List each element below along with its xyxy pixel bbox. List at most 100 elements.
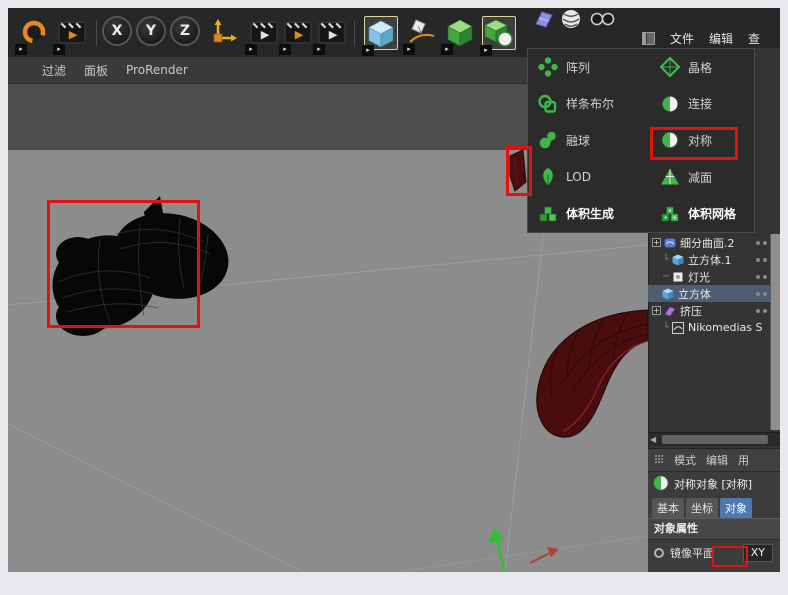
spline-boolean-icon (537, 93, 559, 115)
attr-menu-user[interactable]: 用 (738, 452, 749, 468)
window-layout-icon[interactable] (642, 32, 655, 45)
extrude-icon (664, 305, 676, 317)
undo-arc-icon[interactable]: ▸ (15, 16, 50, 55)
generators-dropdown-menu: 阵列 样条布尔 融球 LOD 体积生成 晶格 连接 对称 减面 体积网格 (527, 48, 755, 233)
panel-menu[interactable]: 面板 (84, 62, 108, 79)
flyout-arrow-icon: ▸ (245, 44, 257, 55)
flyout-arrow-icon: ▸ (441, 44, 453, 55)
object-row[interactable]: ─ 灯光 (648, 268, 780, 285)
tab-object[interactable]: 对象 (720, 498, 752, 518)
menu-item-metaball[interactable]: 融球 (528, 122, 650, 159)
object-manager-horizontal-scrollbar[interactable]: ◀ (648, 432, 780, 446)
object-label: 立方体.1 (688, 253, 732, 267)
menu-item-volume-builder[interactable]: 体积生成 (528, 195, 650, 232)
attr-menu-mode[interactable]: 模式 (674, 452, 696, 468)
flyout-arrow-icon: ▸ (279, 44, 291, 55)
lattice-icon (659, 56, 681, 78)
clapper-icon[interactable]: ▸ (53, 16, 88, 55)
menu-item-polygon-reduction[interactable]: 减面 (650, 159, 752, 196)
menu-item-lod[interactable]: LOD (528, 159, 650, 196)
menubar-right: 文件 编辑 查 (642, 30, 760, 47)
expand-icon[interactable]: + (652, 306, 661, 315)
tab-basic[interactable]: 基本 (652, 498, 684, 518)
tree-branch-icon: └ (663, 322, 669, 333)
subdivision-surface-icon (664, 237, 676, 249)
cube-icon (672, 254, 684, 266)
flyout-arrow-icon: ▸ (313, 44, 325, 55)
object-manager-vertical-scrollbar[interactable] (770, 234, 780, 430)
cinema4d-window: ▸ ▸ X Y Z ▸ ▸ ▸ ▸ ▸ ▸ ▸ 文件 编辑 查 过滤 面板 Pr… (8, 8, 780, 572)
scroll-left-arrow-icon[interactable]: ◀ (650, 434, 656, 445)
x-axis-lock-button[interactable]: X (102, 16, 132, 46)
axis-arrow-green[interactable] (488, 527, 506, 572)
wireframe-mesh-object[interactable] (40, 196, 236, 342)
object-row[interactable]: └ 立方体.1 (648, 251, 780, 268)
symmetry-icon (659, 129, 681, 151)
connect-icon (659, 93, 681, 115)
menu-view[interactable]: 查 (748, 30, 760, 47)
red-tube-object[interactable] (536, 309, 648, 438)
object-state-dots[interactable] (756, 291, 767, 296)
x-axis-label: X (111, 23, 123, 39)
spline-icon (672, 321, 684, 334)
red-object-fragment[interactable] (509, 149, 527, 192)
menu-item-spline-boolean[interactable]: 样条布尔 (528, 86, 650, 123)
object-state-dots[interactable] (756, 257, 767, 262)
attr-menu-edit[interactable]: 编辑 (706, 452, 728, 468)
menu-item-lattice[interactable]: 晶格 (650, 49, 752, 86)
spline-pen-button[interactable]: ▸ (403, 16, 438, 55)
cube-primitive-button[interactable]: ▸ (362, 16, 398, 56)
attribute-manager: 模式 编辑 用 对称对象 [对称] 基本 坐标 对象 对象属性 镜像平面 XY (648, 448, 780, 572)
object-title-label: 对称对象 [对称] (674, 478, 753, 491)
tree-branch-icon: └ (663, 254, 669, 265)
coordinate-system-icon[interactable] (208, 16, 240, 48)
z-axis-lock-button[interactable]: Z (170, 16, 200, 46)
prorender-menu[interactable]: ProRender (126, 63, 188, 77)
object-state-dots[interactable] (756, 240, 767, 245)
generators-menu-right-column: 晶格 连接 对称 减面 体积网格 (650, 49, 752, 232)
render-view-icon[interactable] (588, 8, 616, 30)
clapper-icon[interactable]: ▸ (245, 16, 280, 55)
mirror-plane-value[interactable]: XY (742, 544, 773, 562)
menu-item-label: 连接 (688, 97, 713, 112)
object-state-dots[interactable] (756, 274, 767, 279)
tree-branch-icon: ─ (663, 271, 669, 282)
attribute-tabs: 基本 坐标 对象 (648, 496, 780, 518)
menu-edit[interactable]: 编辑 (709, 30, 733, 47)
generator-menu-button[interactable]: ▸ (480, 16, 516, 56)
symmetry-icon (653, 475, 669, 494)
toolbar-separator (354, 20, 355, 46)
filter-menu[interactable]: 过滤 (42, 62, 66, 79)
expand-icon[interactable]: + (652, 238, 661, 247)
menu-item-symmetry[interactable]: 对称 (650, 122, 752, 159)
menu-item-array[interactable]: 阵列 (528, 49, 650, 86)
scrollbar-thumb[interactable] (662, 435, 768, 444)
flyout-arrow-icon: ▸ (480, 45, 492, 56)
clapper-icon[interactable]: ▸ (279, 16, 314, 55)
object-row[interactable]: + 挤压 (648, 302, 780, 319)
generator-cube-button[interactable]: ▸ (441, 16, 476, 55)
object-state-dots[interactable] (756, 308, 767, 313)
object-properties-header: 对象属性 (648, 518, 780, 540)
menu-item-volume-mesher[interactable]: 体积网格 (650, 195, 752, 232)
object-row[interactable]: └ Nikomedias S (648, 319, 780, 336)
menu-file[interactable]: 文件 (670, 30, 694, 47)
tab-coordinates[interactable]: 坐标 (686, 498, 718, 518)
light-icon (672, 271, 684, 283)
menu-item-connect[interactable]: 连接 (650, 86, 752, 123)
object-label: 灯光 (688, 270, 710, 284)
flyout-arrow-icon: ▸ (362, 45, 374, 56)
axis-arrow-red[interactable] (529, 547, 559, 564)
menu-item-label: 减面 (688, 170, 713, 185)
array-icon (537, 56, 559, 78)
object-row-selected[interactable]: 立方体 (648, 285, 780, 302)
y-axis-lock-button[interactable]: Y (136, 16, 166, 46)
clapper-icon[interactable]: ▸ (313, 16, 348, 55)
cycle-radio-icon[interactable] (654, 548, 664, 558)
menu-item-label: 阵列 (566, 60, 591, 75)
mirror-plane-label: 镜像平面 (670, 547, 714, 560)
striped-sphere-icon[interactable] (559, 8, 583, 30)
object-row[interactable]: + 细分曲面.2 (648, 234, 780, 251)
plane-icon[interactable] (532, 8, 556, 30)
z-axis-label: Z (179, 23, 191, 39)
